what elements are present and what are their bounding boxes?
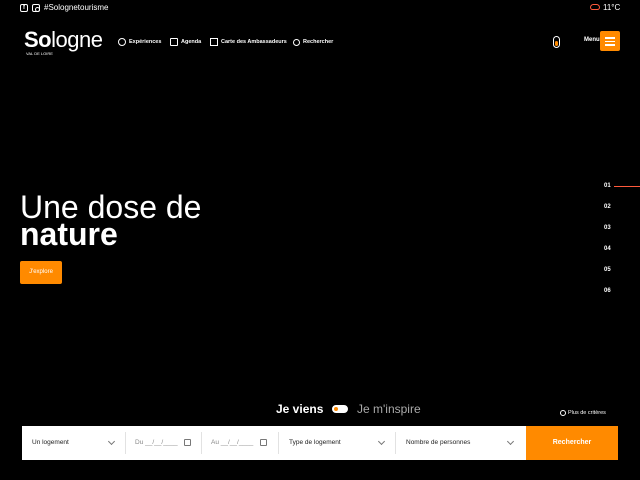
mode-je-viens[interactable]: Je viens <box>276 402 323 416</box>
plus-circle-icon <box>560 410 566 416</box>
nav-label: Carte des Ambassadeurs <box>221 39 287 45</box>
divider <box>278 432 279 454</box>
divider <box>201 432 202 454</box>
divider <box>125 432 126 454</box>
slide-nav-item[interactable]: 06 <box>604 288 611 294</box>
nav-item-agenda[interactable]: Agenda <box>170 36 201 48</box>
slide-nav-item[interactable]: 02 <box>604 204 611 210</box>
calendar-icon <box>170 38 178 46</box>
slide-nav-item[interactable]: 04 <box>604 246 611 252</box>
mode-je-minspire[interactable]: Je m'inspire <box>357 402 421 416</box>
nombre-personnes-select[interactable]: Nombre de personnes <box>406 426 516 460</box>
slide-nav-item[interactable]: 01 <box>604 183 611 189</box>
instagram-icon[interactable] <box>32 4 40 12</box>
slide-nav-item[interactable]: 05 <box>604 267 611 273</box>
logement-select[interactable]: Un logement <box>32 426 132 460</box>
active-slide-indicator <box>614 186 640 187</box>
search-submit-button[interactable]: Rechercher <box>526 426 618 460</box>
nav-label: Expériences <box>129 39 162 45</box>
menu-label[interactable]: Menu <box>584 37 600 43</box>
nav-label: Agenda <box>181 39 202 45</box>
map-icon <box>210 38 218 46</box>
logo-wordmark: Sologne <box>24 27 103 52</box>
divider <box>395 432 396 454</box>
cloud-icon <box>590 4 600 10</box>
explore-button[interactable]: J'explore <box>20 261 62 284</box>
facebook-icon[interactable]: f <box>20 4 28 12</box>
hamburger-icon <box>605 37 615 39</box>
hero-title-line2: nature <box>20 216 118 252</box>
site-logo[interactable]: Sologne VAL DE LOIRE <box>20 26 110 60</box>
lightbulb-icon <box>118 38 126 46</box>
calendar-icon[interactable] <box>184 439 191 446</box>
hashtag-link[interactable]: #Solognetourisme <box>44 3 108 12</box>
more-criteria-label: Plus de critères <box>568 410 606 416</box>
temperature: 11°C <box>603 3 621 12</box>
more-criteria-link[interactable]: Plus de critères <box>560 410 606 416</box>
nav-label: Rechercher <box>303 39 334 45</box>
date-from-field[interactable]: Du __/__/____ <box>135 426 201 460</box>
nav-item-rechercher[interactable]: Rechercher <box>293 36 333 48</box>
type-logement-select[interactable]: Type de logement <box>289 426 389 460</box>
date-to-field[interactable]: Au __/__/____ <box>211 426 277 460</box>
slide-nav-item[interactable]: 03 <box>604 225 611 231</box>
hamburger-icon <box>605 40 615 42</box>
nav-item-experiences[interactable]: Expériences <box>118 36 161 48</box>
nav-item-carte-ambassadeurs[interactable]: Carte des Ambassadeurs <box>210 36 287 48</box>
hamburger-icon <box>605 44 615 46</box>
search-icon <box>293 38 300 46</box>
mode-toggle[interactable] <box>332 405 348 413</box>
menu-button[interactable] <box>600 31 620 51</box>
calendar-icon[interactable] <box>260 439 267 446</box>
top-bar: f #Solognetourisme 11°C <box>0 0 640 16</box>
logo-subtitle: VAL DE LOIRE <box>26 51 53 56</box>
scroll-mouse-icon <box>553 36 560 48</box>
